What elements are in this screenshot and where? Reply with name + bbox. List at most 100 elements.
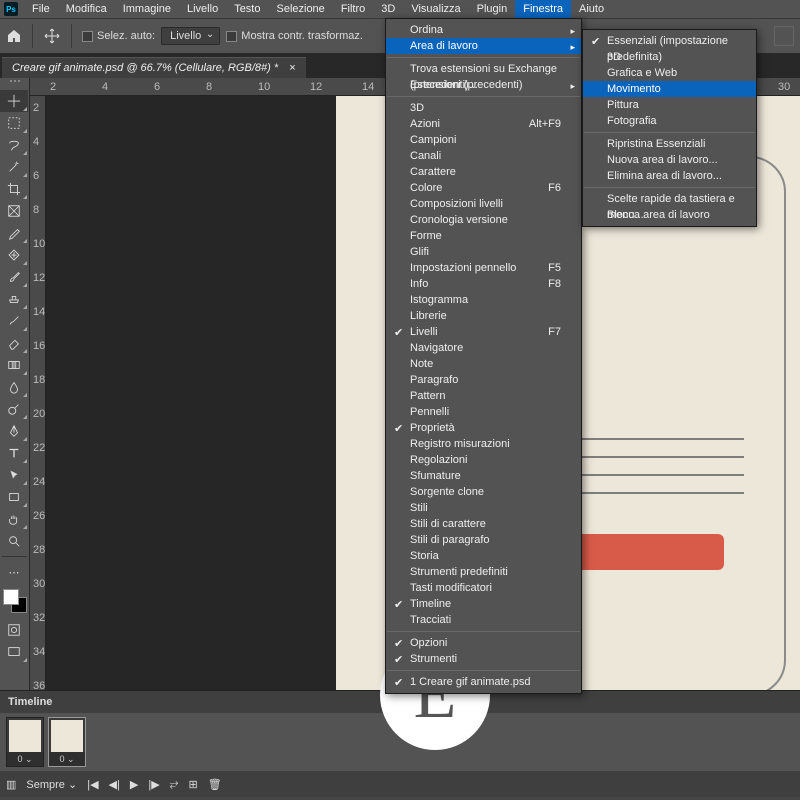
submenu-item[interactable]: Blocca area di lavoro bbox=[583, 207, 756, 223]
menu-visualizza[interactable]: Visualizza bbox=[403, 0, 468, 18]
menu-item[interactable]: Sorgente clone bbox=[386, 484, 581, 500]
menu-item[interactable]: Paragrafo bbox=[386, 372, 581, 388]
frame-tool[interactable] bbox=[0, 200, 28, 222]
align-icon[interactable] bbox=[774, 26, 794, 46]
document-tab[interactable]: Creare gif animate.psd @ 66.7% (Cellular… bbox=[2, 57, 306, 78]
menu-testo[interactable]: Testo bbox=[226, 0, 268, 18]
menu-item[interactable]: ColoreF6 bbox=[386, 180, 581, 196]
zoom-tool[interactable] bbox=[0, 530, 28, 552]
healing-brush-tool[interactable] bbox=[0, 244, 28, 266]
menu-filtro[interactable]: Filtro bbox=[333, 0, 373, 18]
menu-item[interactable]: Registro misurazioni bbox=[386, 436, 581, 452]
submenu-item[interactable]: Nuova area di lavoro... bbox=[583, 152, 756, 168]
submenu-item[interactable]: Fotografia bbox=[583, 113, 756, 129]
rectangle-tool[interactable] bbox=[0, 486, 28, 508]
menu-item[interactable]: Tracciati bbox=[386, 612, 581, 628]
menu-item[interactable]: Canali bbox=[386, 148, 581, 164]
menu-item[interactable]: Sfumature bbox=[386, 468, 581, 484]
menu-item[interactable]: Istogramma bbox=[386, 292, 581, 308]
menu-item[interactable]: Pattern bbox=[386, 388, 581, 404]
menu-immagine[interactable]: Immagine bbox=[115, 0, 179, 18]
auto-select-target[interactable]: Livello bbox=[161, 27, 220, 45]
menu-item[interactable]: AzioniAlt+F9 bbox=[386, 116, 581, 132]
auto-select-checkbox[interactable] bbox=[82, 31, 93, 42]
menu-item[interactable]: ✔Timeline bbox=[386, 596, 581, 612]
magic-wand-tool[interactable] bbox=[0, 156, 28, 178]
edit-toolbar[interactable]: ⋯ bbox=[0, 561, 28, 583]
lasso-tool[interactable] bbox=[0, 134, 28, 156]
clone-stamp-tool[interactable] bbox=[0, 288, 28, 310]
menu-item[interactable]: Cronologia versione bbox=[386, 212, 581, 228]
timeline-frame[interactable]: 20 ⌄ bbox=[48, 717, 86, 767]
submenu-item[interactable]: Ripristina Essenziali bbox=[583, 136, 756, 152]
menu-item[interactable]: Campioni bbox=[386, 132, 581, 148]
menu-item[interactable]: Strumenti predefiniti bbox=[386, 564, 581, 580]
menu-file[interactable]: File bbox=[24, 0, 58, 18]
menu-item[interactable]: Stili bbox=[386, 500, 581, 516]
move-tool[interactable] bbox=[0, 90, 28, 112]
home-icon[interactable] bbox=[6, 28, 22, 44]
eraser-tool[interactable] bbox=[0, 332, 28, 354]
panel-grip[interactable] bbox=[0, 80, 29, 88]
menu-item[interactable]: Glifi bbox=[386, 244, 581, 260]
menu-item[interactable]: ✔Proprietà bbox=[386, 420, 581, 436]
menu-item[interactable]: Trova estensioni su Exchange (precedenti… bbox=[386, 61, 581, 77]
convert-timeline-icon[interactable]: ▥ bbox=[6, 778, 16, 791]
first-frame-icon[interactable]: |◀ bbox=[87, 778, 98, 791]
menu-item[interactable]: Pennelli bbox=[386, 404, 581, 420]
menu-item[interactable]: Storia bbox=[386, 548, 581, 564]
pen-tool[interactable] bbox=[0, 420, 28, 442]
menu-item[interactable]: Tasti modificatori bbox=[386, 580, 581, 596]
menu-item[interactable]: Area di lavoro bbox=[386, 38, 581, 54]
quick-mask-toggle[interactable] bbox=[0, 619, 28, 641]
menu-item[interactable]: Carattere bbox=[386, 164, 581, 180]
tween-icon[interactable]: ⥂ bbox=[170, 778, 179, 791]
menu-item[interactable]: ✔Opzioni bbox=[386, 635, 581, 651]
delete-frame-icon[interactable]: 🗑 bbox=[208, 778, 222, 791]
menu-item[interactable]: Forme bbox=[386, 228, 581, 244]
submenu-item[interactable]: Grafica e Web bbox=[583, 65, 756, 81]
submenu-item[interactable]: Pittura bbox=[583, 97, 756, 113]
eyedropper-tool[interactable] bbox=[0, 222, 28, 244]
menu-aiuto[interactable]: Aiuto bbox=[571, 0, 612, 18]
menu-livello[interactable]: Livello bbox=[179, 0, 226, 18]
hand-tool[interactable] bbox=[0, 508, 28, 530]
menu-3d[interactable]: 3D bbox=[373, 0, 403, 18]
submenu-item[interactable]: 3D bbox=[583, 49, 756, 65]
menu-item[interactable]: Ordina bbox=[386, 22, 581, 38]
transform-controls-checkbox[interactable] bbox=[226, 31, 237, 42]
crop-tool[interactable] bbox=[0, 178, 28, 200]
menu-item[interactable]: ✔1 Creare gif animate.psd bbox=[386, 674, 581, 690]
menu-item[interactable]: Navigatore bbox=[386, 340, 581, 356]
menu-plugin[interactable]: Plugin bbox=[469, 0, 516, 18]
history-brush-tool[interactable] bbox=[0, 310, 28, 332]
next-frame-icon[interactable]: |▶ bbox=[148, 778, 159, 791]
menu-item[interactable]: Impostazioni pennelloF5 bbox=[386, 260, 581, 276]
submenu-item[interactable]: Movimento bbox=[583, 81, 756, 97]
path-selection-tool[interactable] bbox=[0, 464, 28, 486]
brush-tool[interactable] bbox=[0, 266, 28, 288]
menu-item[interactable]: Stili di carattere bbox=[386, 516, 581, 532]
blur-tool[interactable] bbox=[0, 376, 28, 398]
prev-frame-icon[interactable]: ◀| bbox=[109, 778, 120, 791]
new-frame-icon[interactable]: ⊞ bbox=[188, 778, 197, 791]
menu-item[interactable]: Regolazioni bbox=[386, 452, 581, 468]
screen-mode-toggle[interactable] bbox=[0, 641, 28, 663]
menu-item[interactable]: InfoF8 bbox=[386, 276, 581, 292]
menu-item[interactable]: Stili di paragrafo bbox=[386, 532, 581, 548]
play-icon[interactable]: ▶ bbox=[130, 778, 138, 791]
gradient-tool[interactable] bbox=[0, 354, 28, 376]
menu-item[interactable]: Composizioni livelli bbox=[386, 196, 581, 212]
timeline-frame[interactable]: 10 ⌄ bbox=[6, 717, 44, 767]
loop-selector[interactable]: Sempre ⌄ bbox=[26, 778, 77, 791]
dodge-tool[interactable] bbox=[0, 398, 28, 420]
menu-item[interactable]: ✔LivelliF7 bbox=[386, 324, 581, 340]
menu-item[interactable]: Estensioni (precedenti) bbox=[386, 77, 581, 93]
menu-item[interactable]: ✔Strumenti bbox=[386, 651, 581, 667]
menu-item[interactable]: Note bbox=[386, 356, 581, 372]
type-tool[interactable] bbox=[0, 442, 28, 464]
menu-item[interactable]: Librerie bbox=[386, 308, 581, 324]
submenu-item[interactable]: Elimina area di lavoro... bbox=[583, 168, 756, 184]
menu-finestra[interactable]: Finestra bbox=[515, 0, 571, 18]
submenu-item[interactable]: ✔Essenziali (impostazione predefinita) bbox=[583, 33, 756, 49]
